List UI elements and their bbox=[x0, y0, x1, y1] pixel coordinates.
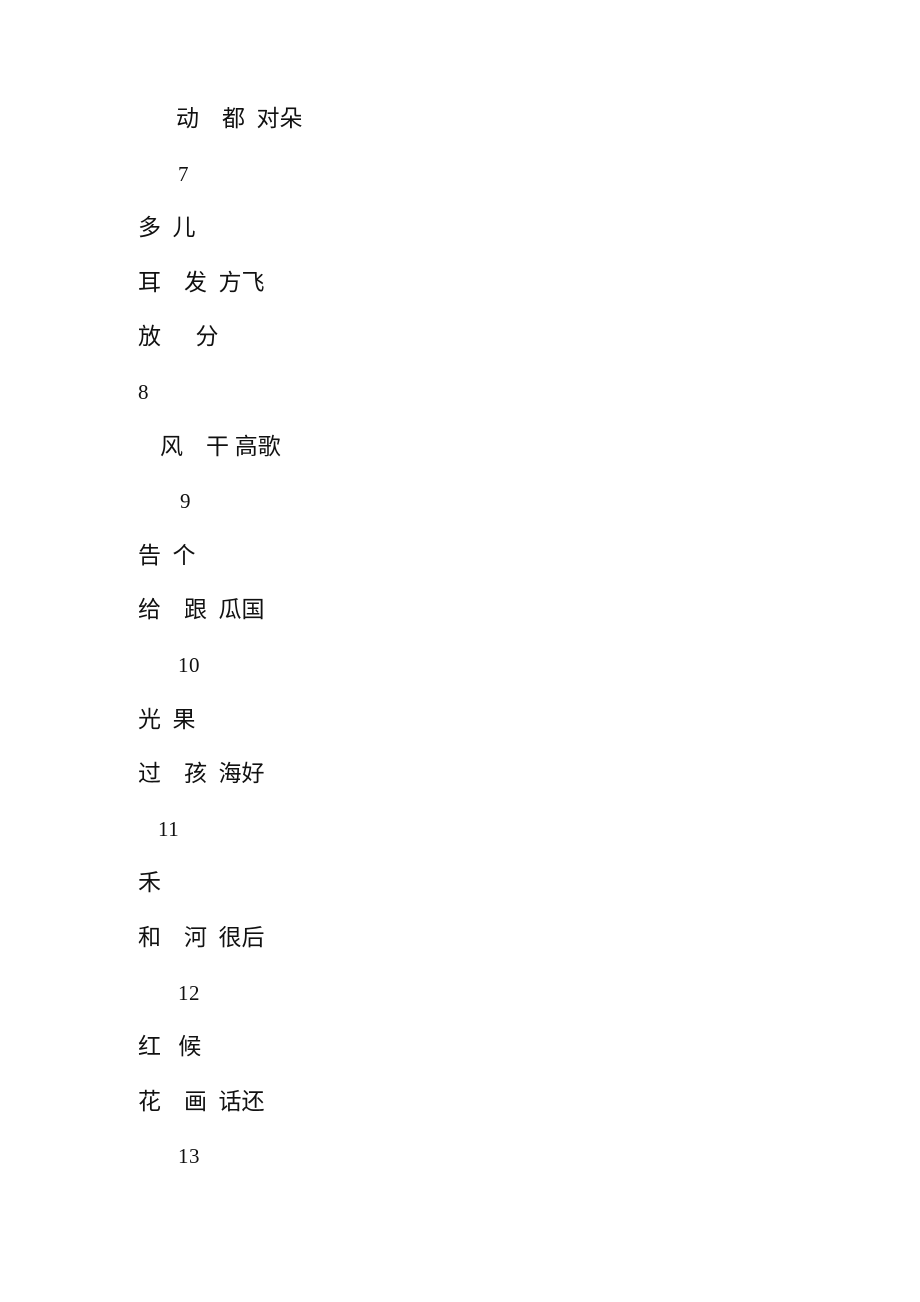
section-number: 8 bbox=[138, 379, 149, 404]
character-line: 风 干 高歌 bbox=[160, 433, 281, 459]
character-line: 给 跟 瓜国 bbox=[138, 597, 265, 623]
character-line: 过 孩 海好 bbox=[138, 761, 265, 787]
character-line: 和 河 很后 bbox=[138, 924, 265, 950]
character-line: 耳 发 方飞 bbox=[138, 269, 265, 295]
section-number: 12 bbox=[178, 980, 200, 1005]
character-line: 告 个 bbox=[138, 542, 196, 568]
character-line: 放 分 bbox=[138, 324, 219, 350]
document-page: 动 都 对朵 7 多 儿 耳 发 方飞 放 分 8 风 干 高歌 9 告 个 给… bbox=[0, 0, 920, 1302]
section-number: 7 bbox=[178, 161, 189, 186]
section-number: 11 bbox=[158, 816, 180, 841]
section-number: 9 bbox=[180, 489, 191, 514]
character-line: 禾 bbox=[138, 870, 161, 896]
character-line: 多 儿 bbox=[138, 215, 196, 241]
character-line: 光 果 bbox=[138, 706, 196, 732]
character-line: 红 候 bbox=[138, 1034, 202, 1060]
document-body: 动 都 对朵 7 多 儿 耳 发 方飞 放 分 8 风 干 高歌 9 告 个 给… bbox=[0, 92, 920, 1184]
section-number: 13 bbox=[178, 1144, 200, 1169]
character-line: 花 画 话还 bbox=[138, 1088, 265, 1114]
character-line: 动 都 对朵 bbox=[176, 106, 303, 131]
section-number: 10 bbox=[178, 652, 200, 677]
